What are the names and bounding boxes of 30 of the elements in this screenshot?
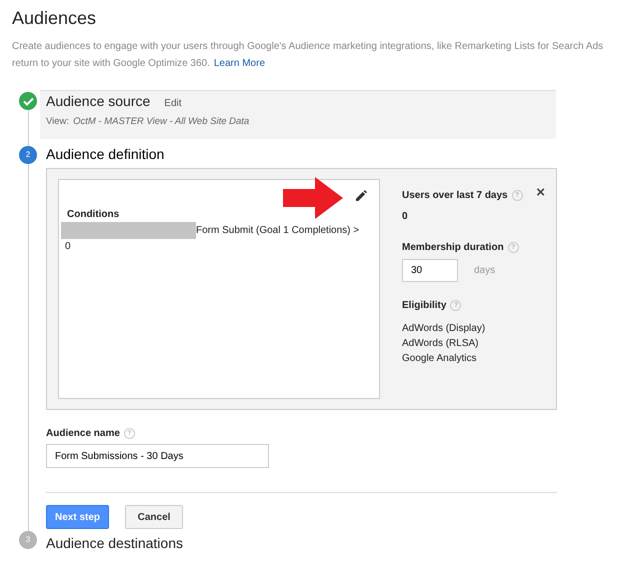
duration-input[interactable]: 30 (402, 259, 458, 282)
description-text: return to your site with Google Optimize 360. (12, 57, 210, 71)
close-button[interactable]: × (536, 185, 545, 200)
page-title: Audiences (12, 7, 98, 30)
field-label: Eligibility (402, 299, 446, 314)
conditions-heading: Conditions (67, 208, 120, 222)
field-label: Audience name (46, 427, 120, 442)
step-number: 2 (19, 146, 37, 164)
field-label: Membership duration (402, 241, 504, 256)
edit-link[interactable]: Edit (164, 96, 182, 111)
condition-value: 0 (65, 240, 72, 254)
eligibility-item: AdWords (RLSA) (402, 337, 480, 352)
users-count: 0 (402, 210, 409, 224)
unit-label: days (474, 264, 496, 278)
description-text: Create audiences to engage with your users through Google's Audience marketing integrations, like Remarketing Lists for Search Ads (12, 40, 604, 54)
cancel-button[interactable]: Cancel (125, 505, 184, 530)
step-title: Audience destinations (46, 534, 183, 554)
field-label: Users over last 7 days (402, 189, 508, 204)
step-title: Audience source (46, 92, 150, 111)
step-number: 3 (19, 531, 37, 550)
eligibility-item: AdWords (Display) (402, 322, 486, 336)
view-label: View: (46, 115, 70, 129)
condition-text: Form Submit (Goal 1 Completions) > (196, 224, 360, 238)
pencil-icon[interactable] (356, 190, 367, 202)
name-input[interactable]: Form Submissions - 30 Days (46, 444, 269, 468)
learn-more-link[interactable]: Learn More (214, 55, 266, 72)
step-title: Audience definition (46, 145, 164, 164)
arrow-drawing (283, 177, 343, 220)
eligibility-item: Google Analytics (402, 352, 478, 366)
view-name: OctM - MASTER View - All Web Site Data (73, 115, 250, 129)
